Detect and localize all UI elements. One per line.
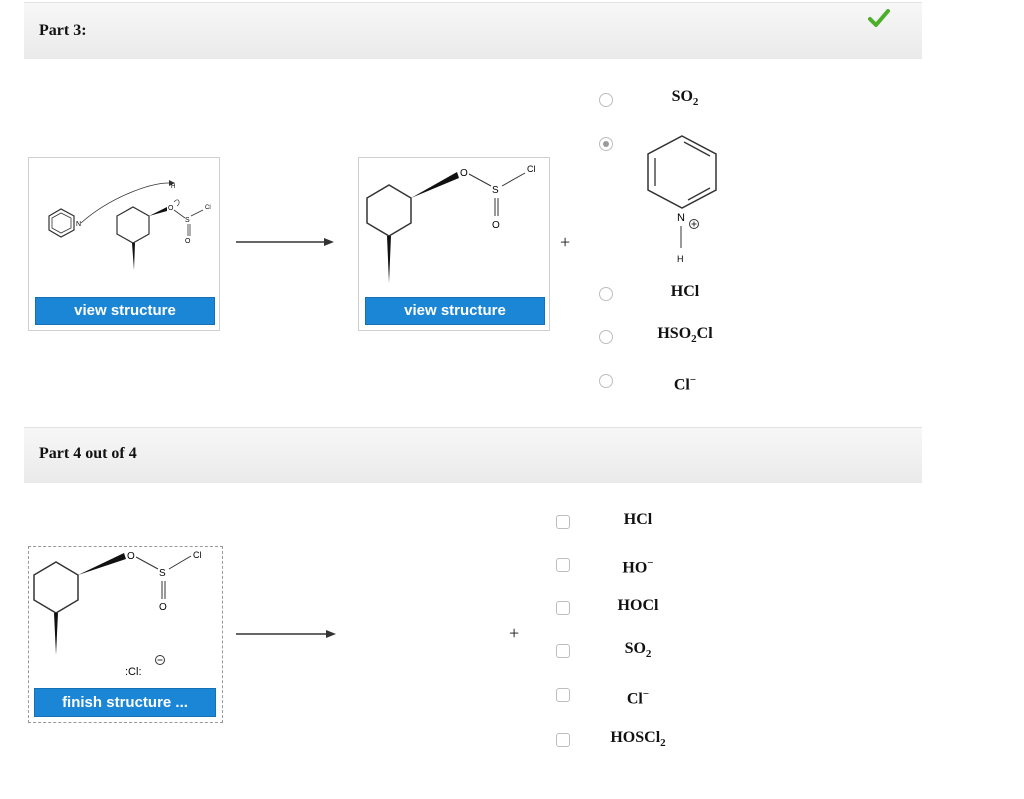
part3-reactant-drawing: N O H S Cl O — [48, 180, 211, 270]
part3-option-chloride-radio[interactable] — [599, 374, 613, 388]
part4-option-hcl-label: HCl — [623, 511, 653, 528]
part4-oxygen-label: O — [127, 551, 135, 562]
hydrogen-label: H — [171, 184, 175, 190]
part3-reactant-structure[interactable]: N O H S Cl O view structure — [28, 157, 220, 331]
product-oxygen-label-2: O — [492, 220, 500, 231]
part4-header: Part 4 out of 4 — [24, 427, 922, 483]
sulfur-label: S — [185, 217, 190, 224]
nitrogen-label: N — [76, 221, 81, 228]
oxygen-label: O — [168, 205, 174, 212]
part4-option-so2-checkbox[interactable] — [556, 644, 570, 658]
part4-option-chloride-checkbox[interactable] — [556, 688, 570, 702]
plus-sign-part3: + — [560, 232, 571, 252]
chloride-ion-label: :Cl: — [125, 666, 142, 678]
part3-product-structure[interactable]: O S Cl O view structure — [358, 157, 550, 331]
part4-option-hydroxide-label: HO− — [622, 557, 654, 577]
part4-option-hydroxide-checkbox[interactable] — [556, 558, 570, 572]
part4-option-hocl-checkbox[interactable] — [556, 601, 570, 615]
part3-option-hso2cl-label: HSO2Cl — [657, 325, 713, 346]
part3-header: Part 3: — [24, 2, 922, 59]
chlorine-label: Cl — [205, 205, 211, 211]
part3-product-drawing: O S Cl O — [366, 164, 536, 283]
pyridinium-h-label: H — [677, 254, 684, 264]
part4-title: Part 4 out of 4 — [39, 445, 137, 462]
finish-structure-button[interactable]: finish structure ... — [34, 688, 216, 717]
part4-option-so2-label: SO2 — [624, 640, 652, 661]
part3-option-pyridinium-radio[interactable] — [599, 137, 613, 151]
part3-option-hcl-label: HCl — [670, 283, 700, 300]
part4-option-hoscl2-checkbox[interactable] — [556, 733, 570, 747]
part3-option-so2-radio[interactable] — [599, 93, 613, 107]
reaction-arrow-part3 — [236, 238, 334, 246]
view-structure-button-1[interactable]: view structure — [35, 297, 215, 325]
part3-option-so2-label: SO2 — [671, 88, 699, 109]
part4-option-hoscl2-label: HOSCl2 — [610, 729, 666, 750]
part4-reactant-drawing: O S Cl O :Cl: — [33, 550, 202, 678]
product-oxygen-label: O — [460, 168, 468, 179]
product-chlorine-label: Cl — [527, 164, 536, 174]
part4-sulfur-label: S — [159, 568, 166, 579]
product-sulfur-label: S — [492, 185, 499, 196]
part4-oxygen-label-2: O — [159, 602, 167, 613]
part4-option-hocl-label: HOCl — [617, 597, 659, 614]
checkmark-icon — [868, 9, 890, 27]
reaction-arrow-part4 — [236, 630, 336, 638]
part4-option-hcl-checkbox[interactable] — [556, 515, 570, 529]
part3-option-hcl-radio[interactable] — [599, 287, 613, 301]
part3-option-chloride-label: Cl− — [673, 374, 697, 394]
plus-sign-part4: + — [509, 623, 520, 643]
part3-title: Part 3: — [39, 22, 87, 39]
part3-option-hso2cl-radio[interactable] — [599, 330, 613, 344]
view-structure-button-2[interactable]: view structure — [365, 297, 545, 325]
pyridinium-n-label: N — [677, 212, 685, 224]
oxygen-label-2: O — [185, 238, 191, 245]
part4-option-chloride-label: Cl− — [626, 688, 650, 708]
part3-option-pyridinium-structure: N H — [647, 135, 717, 264]
part4-chlorine-label: Cl — [193, 550, 202, 560]
part4-reactant-structure[interactable]: O S Cl O :Cl: finish structure ... — [28, 546, 223, 723]
